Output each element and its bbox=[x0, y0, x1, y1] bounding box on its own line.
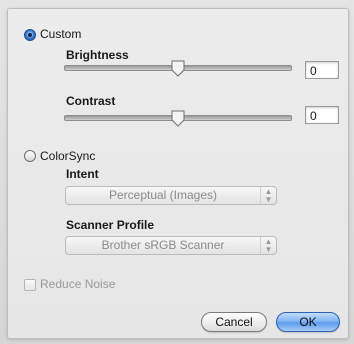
scanner-profile-label: Scanner Profile bbox=[66, 218, 155, 232]
contrast-label: Contrast bbox=[66, 94, 116, 108]
cancel-button[interactable]: Cancel bbox=[201, 312, 267, 332]
custom-radio[interactable] bbox=[24, 29, 36, 41]
brightness-value-field[interactable]: 0 bbox=[305, 61, 339, 79]
brightness-slider-thumb[interactable] bbox=[171, 60, 185, 77]
reduce-noise-label: Reduce Noise bbox=[40, 277, 116, 291]
reduce-noise-checkbox[interactable] bbox=[24, 279, 36, 291]
contrast-slider-thumb[interactable] bbox=[171, 110, 185, 127]
custom-label: Custom bbox=[40, 27, 82, 41]
popup-arrows-icon: ▲ ▼ bbox=[260, 187, 276, 204]
intent-selected: Perceptual (Images) bbox=[108, 188, 218, 202]
brightness-label: Brightness bbox=[66, 48, 129, 62]
colorsync-radio[interactable] bbox=[24, 150, 36, 162]
scan-settings-sheet: Custom Brightness 0 Contrast 0 ColorSync… bbox=[7, 8, 349, 339]
popup-arrows-icon: ▲ ▼ bbox=[260, 237, 276, 254]
scanner-profile-selected: Brother sRGB Scanner bbox=[101, 238, 225, 252]
intent-label: Intent bbox=[66, 167, 99, 181]
scanner-profile-popup[interactable]: Brother sRGB Scanner ▲ ▼ bbox=[65, 236, 277, 255]
colorsync-label: ColorSync bbox=[40, 149, 96, 163]
contrast-value-field[interactable]: 0 bbox=[305, 106, 339, 124]
intent-popup[interactable]: Perceptual (Images) ▲ ▼ bbox=[65, 186, 277, 205]
ok-button[interactable]: OK bbox=[276, 312, 340, 332]
